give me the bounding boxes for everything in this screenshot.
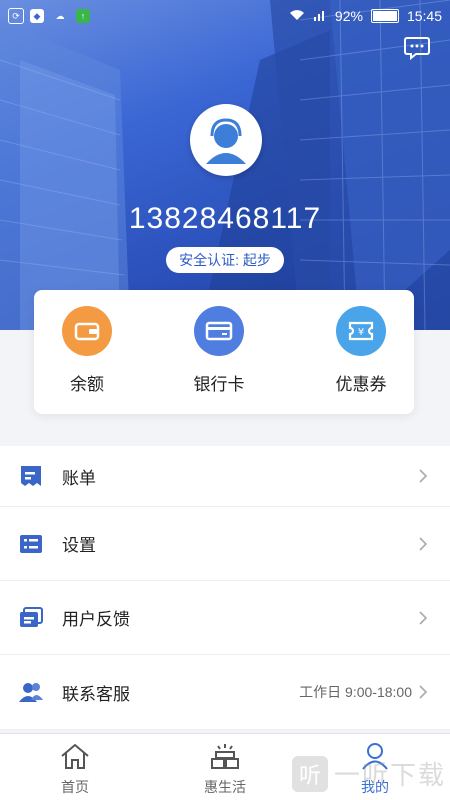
- balance-label: 余额: [70, 375, 104, 394]
- bottom-tab-bar: 首页 惠生活 我的: [0, 733, 450, 800]
- menu-item-bill[interactable]: 账单: [0, 446, 450, 507]
- header-banner: ⟳ ◆ ☁ ↑ 92% 15:45 13828468117 安全认证: 起步: [0, 0, 450, 330]
- quick-actions-card: 余额 银行卡 ¥ 优惠券: [34, 290, 414, 414]
- bank-card-label: 银行卡: [193, 375, 245, 394]
- svg-text:¥: ¥: [358, 327, 364, 338]
- signal-icon: [313, 8, 327, 24]
- profile-icon: [359, 743, 391, 774]
- menu-item-customer-service[interactable]: 联系客服 工作日 9:00-18:00: [0, 655, 450, 730]
- cloud-icon: ☁: [55, 10, 65, 21]
- tab-label: 惠生活: [204, 779, 246, 795]
- tab-life[interactable]: 惠生活: [150, 734, 300, 800]
- shield-icon: ◆: [30, 9, 44, 23]
- menu-item-feedback[interactable]: 用户反馈: [0, 581, 450, 655]
- tab-label: 我的: [361, 779, 389, 795]
- customer-service-icon: [18, 680, 44, 704]
- message-icon[interactable]: [404, 36, 430, 61]
- chevron-right-icon: [418, 469, 428, 488]
- menu-list: 账单 设置 用户反馈 联系客服 工作日 9:00-18:00: [0, 446, 450, 730]
- bank-card-button[interactable]: 银行卡: [169, 306, 269, 395]
- coupon-icon: ¥: [336, 306, 386, 356]
- clock: 15:45: [406, 8, 442, 24]
- home-icon: [59, 743, 91, 774]
- feedback-icon: [18, 606, 44, 630]
- sync-icon: ⟳: [8, 8, 24, 24]
- chevron-right-icon: [418, 685, 428, 704]
- chevron-right-icon: [418, 536, 428, 556]
- wallet-icon: [62, 306, 112, 356]
- service-hours: 工作日 9:00-18:00: [299, 684, 412, 700]
- avatar[interactable]: [190, 104, 262, 176]
- user-phone: 13828468117: [128, 202, 322, 235]
- settings-list-icon: [18, 532, 44, 556]
- tab-profile[interactable]: 我的: [300, 734, 450, 800]
- battery-icon: [370, 9, 399, 23]
- menu-item-label: 账单: [62, 468, 96, 488]
- user-avatar-icon: [196, 110, 256, 170]
- wifi-icon: [289, 8, 305, 24]
- menu-item-settings[interactable]: 设置: [0, 507, 450, 581]
- tab-home[interactable]: 首页: [0, 734, 150, 800]
- balance-button[interactable]: 余额: [37, 306, 137, 395]
- auth-level-badge[interactable]: 安全认证: 起步: [166, 247, 284, 273]
- tab-label: 首页: [61, 779, 89, 795]
- chevron-right-icon: [418, 610, 428, 630]
- upload-icon: ↑: [76, 9, 90, 23]
- coupon-label: 优惠券: [335, 375, 387, 394]
- status-bar: ⟳ ◆ ☁ ↑ 92% 15:45: [0, 0, 450, 32]
- battery-percent: 92%: [334, 8, 363, 24]
- bill-icon: [18, 464, 44, 488]
- bank-card-icon: [194, 306, 244, 356]
- menu-item-label: 联系客服: [62, 684, 130, 704]
- coupon-button[interactable]: ¥ 优惠券: [311, 306, 411, 395]
- menu-item-label: 设置: [62, 536, 96, 555]
- menu-item-label: 用户反馈: [62, 610, 130, 629]
- life-icon: [209, 744, 241, 774]
